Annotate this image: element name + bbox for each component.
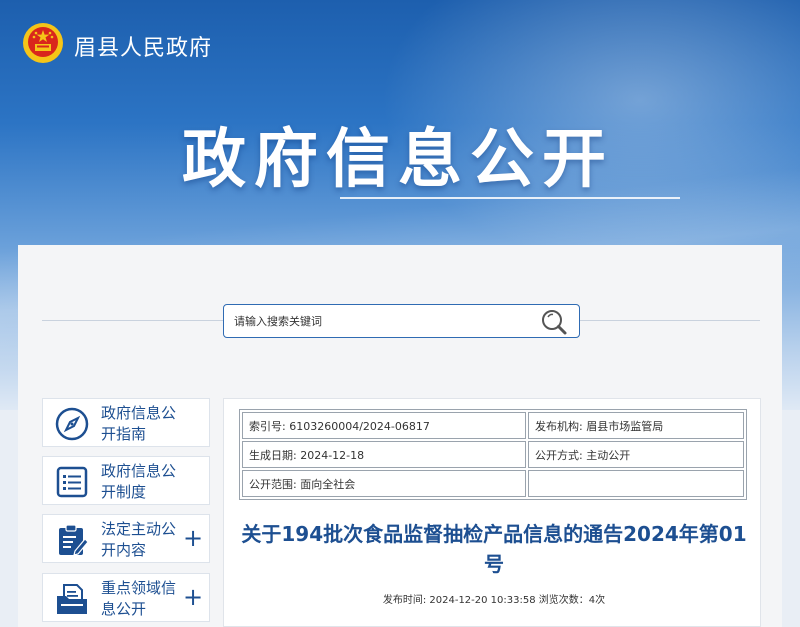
sidebar-item-label: 法定主动公开内容 [101,520,177,559]
compass-icon [55,407,89,441]
article-title: 关于194批次食品监督抽检产品信息的通告2024年第01号 [241,522,747,576]
table-row: 索引号: 6103260004/2024-06817 发布机构: 眉县市场监管局 [242,412,744,439]
meta-disclosure-mode: 公开方式: 主动公开 [528,441,744,468]
meta-created-date: 生成日期: 2024-12-18 [242,441,526,468]
meta-disclosure-scope: 公开范围: 面向全社会 [242,470,526,497]
meta-publisher: 发布机构: 眉县市场监管局 [528,412,744,439]
sidebar-item-statutory[interactable]: 法定主动公开内容 + [42,514,210,563]
search-input[interactable] [234,312,524,330]
banner-title: 政府信息公开 [182,123,614,197]
sidebar-item-key-areas[interactable]: 重点领域信息公开 + [42,573,210,622]
sidebar-item-label: 政府信息公开指南 [101,404,177,443]
national-emblem-icon[interactable] [22,22,64,64]
search-box [223,304,580,338]
table-row: 生成日期: 2024-12-18 公开方式: 主动公开 [242,441,744,468]
article-meta-table: 索引号: 6103260004/2024-06817 发布机构: 眉县市场监管局… [239,409,747,500]
document-list-icon [56,466,88,498]
meta-empty-cell [528,470,744,497]
clipboard-edit-icon [59,524,89,556]
article-container: 索引号: 6103260004/2024-06817 发布机构: 眉县市场监管局… [223,398,761,627]
expand-icon[interactable]: + [183,526,203,550]
sidebar-item-system[interactable]: 政府信息公开制度 [42,456,210,505]
sidebar-item-label: 重点领域信息公开 [101,579,177,618]
article-publish-info: 发布时间: 2024-12-20 10:33:58 浏览次数：4次 [382,595,606,606]
meta-index-no: 索引号: 6103260004/2024-06817 [242,412,526,439]
table-row: 公开范围: 面向全社会 [242,470,744,497]
site-name[interactable]: 眉县人民政府 [74,30,212,62]
expand-icon[interactable]: + [183,585,203,609]
folder-docs-icon [57,584,87,614]
sidebar-item-label: 政府信息公开制度 [101,462,177,501]
sidebar-item-guide[interactable]: 政府信息公开指南 [42,398,210,447]
search-icon[interactable] [538,307,572,337]
title-underline [340,197,680,199]
